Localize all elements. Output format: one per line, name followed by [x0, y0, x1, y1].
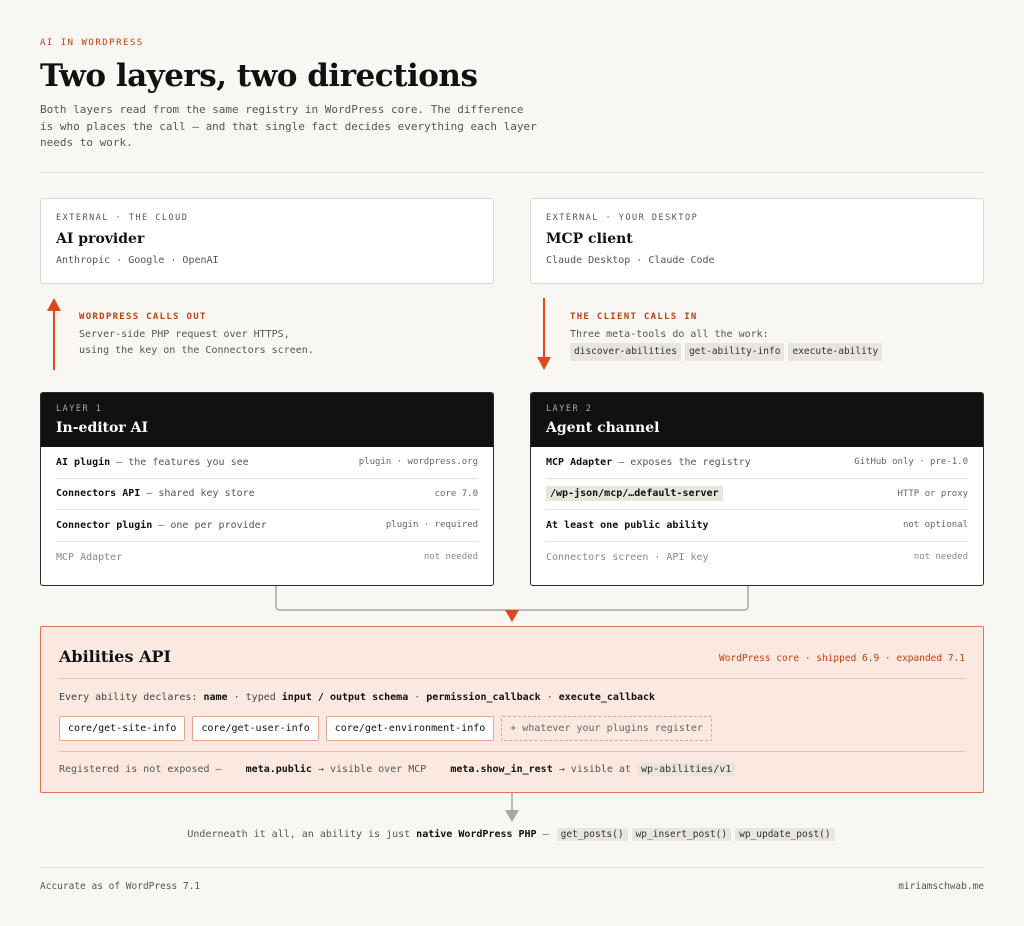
layer-kicker: LAYER 2	[546, 404, 593, 414]
function-chip: wp_update_post()	[735, 828, 835, 841]
arrow-down-icon	[505, 610, 519, 622]
meta-tool-chip: execute-ability	[788, 343, 883, 361]
row-tag: core 7.0	[434, 488, 478, 499]
layer-row: MCP Adapter not needed	[56, 542, 478, 574]
divider	[59, 678, 965, 679]
eyebrow: AI IN WORDPRESS	[40, 38, 144, 48]
card-kicker: EXTERNAL · YOUR DESKTOP	[546, 213, 699, 223]
intro-text: Both layers read from the same registry …	[40, 103, 537, 149]
card-subtitle: Claude Desktop · Claude Code	[546, 255, 715, 266]
registration-note: Registered is not exposed — meta.public …	[59, 763, 736, 776]
layer-row: Connector plugin — one per provider plug…	[56, 510, 478, 542]
page-title: Two layers, two directions	[40, 58, 478, 94]
merge-connector	[275, 586, 749, 622]
row-title: Connector plugin	[56, 519, 153, 531]
layer-row: Connectors API — shared key store core 7…	[56, 479, 478, 510]
card-title: MCP client	[546, 231, 633, 247]
ability-chip: core/get-environment-info	[325, 716, 495, 741]
ability-chip: core/get-user-info	[192, 716, 319, 741]
row-desc: — shared key store	[140, 488, 255, 500]
flow-line: Server-side PHP request over HTTPS,	[79, 329, 290, 340]
row-tag: not optional	[902, 520, 968, 531]
ai-provider-card: EXTERNAL · THE CLOUD AI provider Anthrop…	[40, 198, 494, 284]
endpoint-chip: /wp-json/mcp/…default-server	[546, 486, 723, 502]
ability-chips: core/get-site-info core/get-user-info co…	[59, 716, 712, 741]
row-tag: GitHub only · pre-1.0	[854, 457, 968, 468]
layer-header: LAYER 1 In-editor AI	[41, 393, 493, 447]
flow-line: using the key on the Connectors screen.	[79, 345, 314, 356]
card-kicker: EXTERNAL · THE CLOUD	[56, 213, 189, 223]
card-title: AI provider	[56, 231, 145, 247]
layer-1-card: LAYER 1 In-editor AI AI plugin — the fea…	[40, 392, 494, 586]
row-title: Connectors API	[56, 488, 141, 500]
abilities-meta: WordPress core · shipped 6.9 · expanded …	[719, 653, 965, 664]
layer-title: In-editor AI	[56, 420, 149, 436]
row-desc: MCP Adapter	[56, 551, 123, 563]
row-tag: plugin · required	[385, 520, 478, 531]
layer-row: /wp-json/mcp/…default-server HTTP or pro…	[546, 479, 968, 510]
divider	[59, 751, 965, 752]
row-title: At least one public ability	[546, 519, 709, 531]
calls-in-note: THE CLIENT CALLS IN Three meta-tools do …	[570, 312, 886, 361]
meta-tool-chip: get-ability-info	[684, 343, 785, 361]
function-chip: get_posts()	[556, 828, 628, 841]
arrow-up-icon	[47, 298, 61, 370]
arrow-down-icon	[505, 793, 519, 822]
row-desc: Connectors screen · API key	[546, 551, 709, 563]
calls-out-note: WORDPRESS CALLS OUT Server-side PHP requ…	[79, 312, 314, 359]
footer-note: Accurate as of WordPress 7.1	[40, 881, 201, 892]
layer-kicker: LAYER 1	[56, 404, 103, 414]
flow-label: WORDPRESS CALLS OUT	[79, 312, 207, 322]
native-php-note: Underneath it all, an ability is just na…	[0, 828, 1024, 841]
layer-title: Agent channel	[546, 420, 660, 436]
flow-line: Three meta-tools do all the work:	[570, 329, 769, 340]
layer-header: LAYER 2 Agent channel	[531, 393, 983, 447]
row-desc: — the features you see	[110, 456, 249, 468]
row-tag: plugin · wordpress.org	[358, 457, 478, 468]
layer-row: At least one public ability not optional	[546, 510, 968, 542]
layer-row: Connectors screen · API key not needed	[546, 542, 968, 574]
row-desc: — exposes the registry	[612, 456, 751, 468]
meta-tool-chip: discover-abilities	[570, 343, 681, 361]
flow-label: THE CLIENT CALLS IN	[570, 312, 698, 322]
divider	[40, 172, 984, 173]
row-title: AI plugin	[56, 456, 111, 468]
row-tag: not needed	[423, 552, 478, 563]
abilities-declares: Every ability declares: name · typed inp…	[59, 692, 656, 703]
ability-chip: core/get-site-info	[59, 716, 186, 741]
divider	[40, 867, 984, 868]
extra-ability-chip: + whatever your plugins register	[501, 716, 712, 741]
row-desc: — one per provider	[152, 519, 267, 531]
layer-row: MCP Adapter — exposes the registry GitHu…	[546, 447, 968, 479]
row-tag: not needed	[913, 552, 968, 563]
abilities-api-box: Abilities API WordPress core · shipped 6…	[40, 626, 984, 793]
rest-route-chip: wp-abilities/v1	[637, 763, 736, 776]
function-chip: wp_insert_post()	[631, 828, 732, 841]
layer-row: AI plugin — the features you see plugin …	[56, 447, 478, 479]
mcp-client-card: EXTERNAL · YOUR DESKTOP MCP client Claud…	[530, 198, 984, 284]
arrow-down-icon	[537, 298, 551, 370]
footer-credit: miriamschwab.me	[898, 881, 984, 892]
card-subtitle: Anthropic · Google · OpenAI	[56, 255, 219, 266]
layer-2-card: LAYER 2 Agent channel MCP Adapter — expo…	[530, 392, 984, 586]
row-title: MCP Adapter	[546, 456, 613, 468]
abilities-title: Abilities API	[59, 647, 171, 666]
row-tag: HTTP or proxy	[897, 488, 968, 499]
